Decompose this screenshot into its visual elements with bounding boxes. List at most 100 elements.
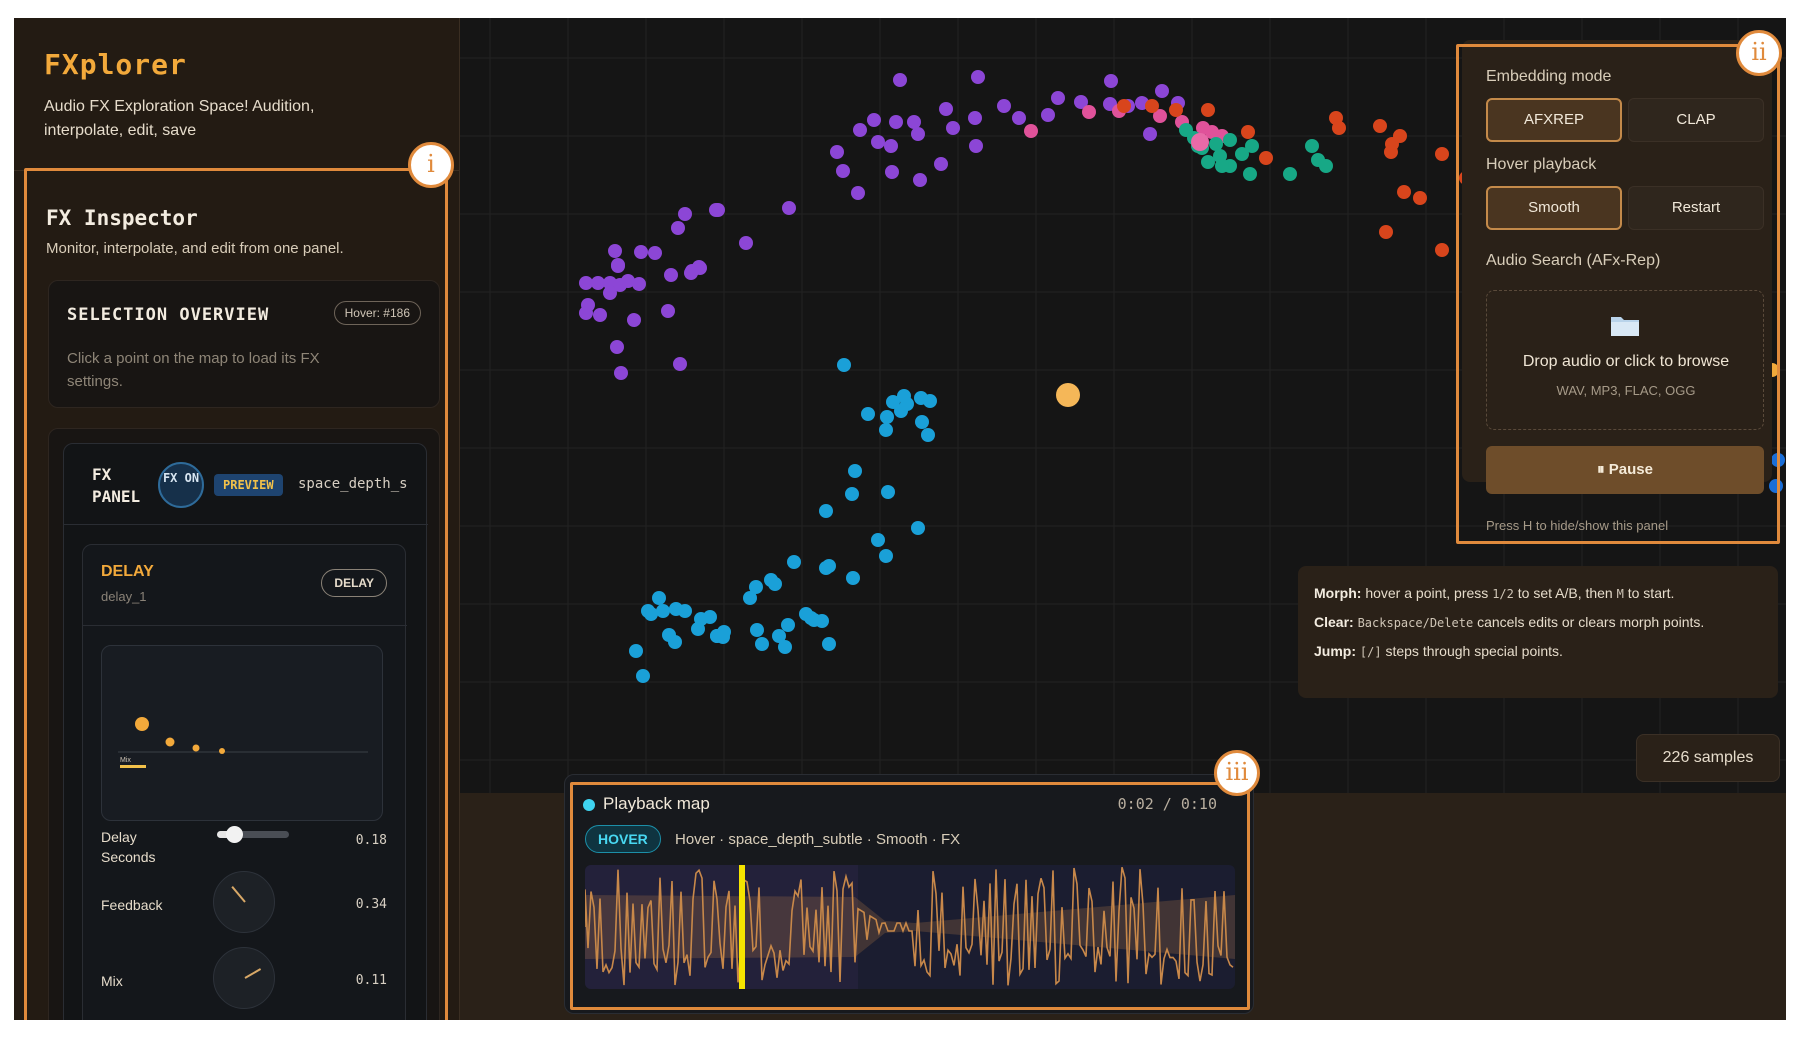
sample-point-purple[interactable] [885, 165, 899, 179]
sample-point-purple[interactable] [911, 127, 925, 141]
sample-point-blue[interactable] [716, 630, 730, 644]
sample-point-blue[interactable] [819, 504, 833, 518]
sample-point-blue[interactable] [807, 613, 821, 627]
sample-point-purple[interactable] [853, 123, 867, 137]
sample-point-purple[interactable] [867, 113, 881, 127]
sample-point-purple[interactable] [610, 340, 624, 354]
sample-point-blue[interactable] [861, 407, 875, 421]
sample-point-blue[interactable] [871, 533, 885, 547]
sample-point-purple[interactable] [614, 366, 628, 380]
sample-point-purple[interactable] [593, 308, 607, 322]
sample-point-blue[interactable] [837, 358, 851, 372]
delay-seconds-slider[interactable] [217, 826, 289, 843]
sample-point-green[interactable] [1283, 167, 1297, 181]
sample-point-blue[interactable] [923, 394, 937, 408]
sample-point-blue[interactable] [822, 637, 836, 651]
sample-point-blue[interactable] [636, 669, 650, 683]
sample-point-blue[interactable] [778, 640, 792, 654]
audio-drop-zone[interactable]: Drop audio or click to browse WAV, MP3, … [1486, 290, 1764, 430]
sample-point-green[interactable] [1201, 155, 1215, 169]
sample-point-purple[interactable] [1155, 84, 1169, 98]
sample-point-blue[interactable] [668, 635, 682, 649]
sample-point-blue[interactable] [749, 580, 763, 594]
sample-point-purple[interactable] [946, 121, 960, 135]
sample-point-purple[interactable] [934, 157, 948, 171]
sample-point-blue[interactable] [781, 618, 795, 632]
sample-point-purple[interactable] [739, 236, 753, 250]
slider-thumb[interactable] [226, 826, 243, 843]
sample-point-red[interactable] [1393, 129, 1407, 143]
sample-point-blue[interactable] [911, 521, 925, 535]
sample-point-purple[interactable] [971, 70, 985, 84]
sample-point-red[interactable] [1384, 145, 1398, 159]
sample-point-red[interactable] [1413, 191, 1427, 205]
sample-point-blue[interactable] [881, 485, 895, 499]
sample-point-red[interactable] [1397, 185, 1411, 199]
sample-point-blue[interactable] [678, 604, 692, 618]
sample-point-green[interactable] [1305, 139, 1319, 153]
sample-point-pink[interactable] [1024, 124, 1038, 138]
sample-point-blue[interactable] [921, 428, 935, 442]
sample-point-purple[interactable] [579, 276, 593, 290]
sample-point-purple[interactable] [871, 135, 885, 149]
mix-knob[interactable] [213, 947, 275, 1009]
sample-point-blue[interactable] [880, 410, 894, 424]
sample-point-purple[interactable] [611, 258, 625, 272]
pause-button[interactable]: ⏸ Pause [1486, 446, 1764, 494]
sample-point-purple[interactable] [634, 245, 648, 259]
sample-point-blue[interactable] [764, 573, 778, 587]
sample-point-green[interactable] [1245, 139, 1259, 153]
embedding-afxrep-button[interactable]: AFXREP [1486, 98, 1622, 142]
sample-point-purple[interactable] [851, 186, 865, 200]
sample-point-purple[interactable] [632, 277, 646, 291]
sample-point-purple[interactable] [1143, 127, 1157, 141]
sample-point-purple[interactable] [1104, 74, 1118, 88]
sample-point-red[interactable] [1259, 151, 1273, 165]
sample-point-purple[interactable] [671, 221, 685, 235]
sample-point-purple[interactable] [907, 115, 921, 129]
sample-point-blue[interactable] [845, 487, 859, 501]
sample-point-blue[interactable] [915, 415, 929, 429]
sample-point-purple[interactable] [1041, 108, 1055, 122]
sample-point-edge[interactable] [1771, 453, 1785, 467]
sample-point-red[interactable] [1169, 103, 1183, 117]
sample-point-purple[interactable] [997, 99, 1011, 113]
sample-point-blue[interactable] [644, 607, 658, 621]
waveform-graph[interactable] [585, 865, 1235, 989]
sample-point-purple[interactable] [893, 73, 907, 87]
sample-point-purple[interactable] [1012, 111, 1026, 125]
sample-point-blue[interactable] [822, 559, 836, 573]
sample-point-green[interactable] [1209, 137, 1223, 151]
sample-point-green[interactable] [1223, 133, 1237, 147]
sample-point-red[interactable] [1435, 147, 1449, 161]
sample-point-purple[interactable] [1051, 91, 1065, 105]
sample-point-pink[interactable] [1082, 105, 1096, 119]
sample-point-blue[interactable] [848, 464, 862, 478]
sample-point-blue[interactable] [846, 571, 860, 585]
embedding-clap-button[interactable]: CLAP [1628, 98, 1764, 142]
playhead[interactable] [739, 865, 745, 989]
sample-point-blue[interactable] [755, 637, 769, 651]
sample-point-blue[interactable] [787, 555, 801, 569]
sample-point-blue[interactable] [629, 644, 643, 658]
sample-point-red[interactable] [1435, 243, 1449, 257]
playback-smooth-button[interactable]: Smooth [1486, 186, 1622, 230]
hovered-sample-point[interactable] [1056, 383, 1080, 407]
sample-point-purple[interactable] [889, 115, 903, 129]
sample-point-blue[interactable] [652, 591, 666, 605]
sample-point-red[interactable] [1117, 99, 1131, 113]
waveform[interactable] [585, 865, 1235, 989]
sample-point-edge[interactable] [1769, 479, 1783, 493]
sample-point-purple[interactable] [661, 304, 675, 318]
sample-point-red[interactable] [1379, 225, 1393, 239]
sample-point-purple[interactable] [830, 145, 844, 159]
sample-point-purple[interactable] [913, 173, 927, 187]
sample-point-purple[interactable] [664, 268, 678, 282]
sample-point-blue[interactable] [750, 623, 764, 637]
sample-point-blue[interactable] [879, 423, 893, 437]
playback-restart-button[interactable]: Restart [1628, 186, 1764, 230]
sample-point-purple[interactable] [969, 139, 983, 153]
sample-point-blue[interactable] [656, 604, 670, 618]
sample-point-purple[interactable] [608, 244, 622, 258]
sample-point-purple[interactable] [591, 276, 605, 290]
